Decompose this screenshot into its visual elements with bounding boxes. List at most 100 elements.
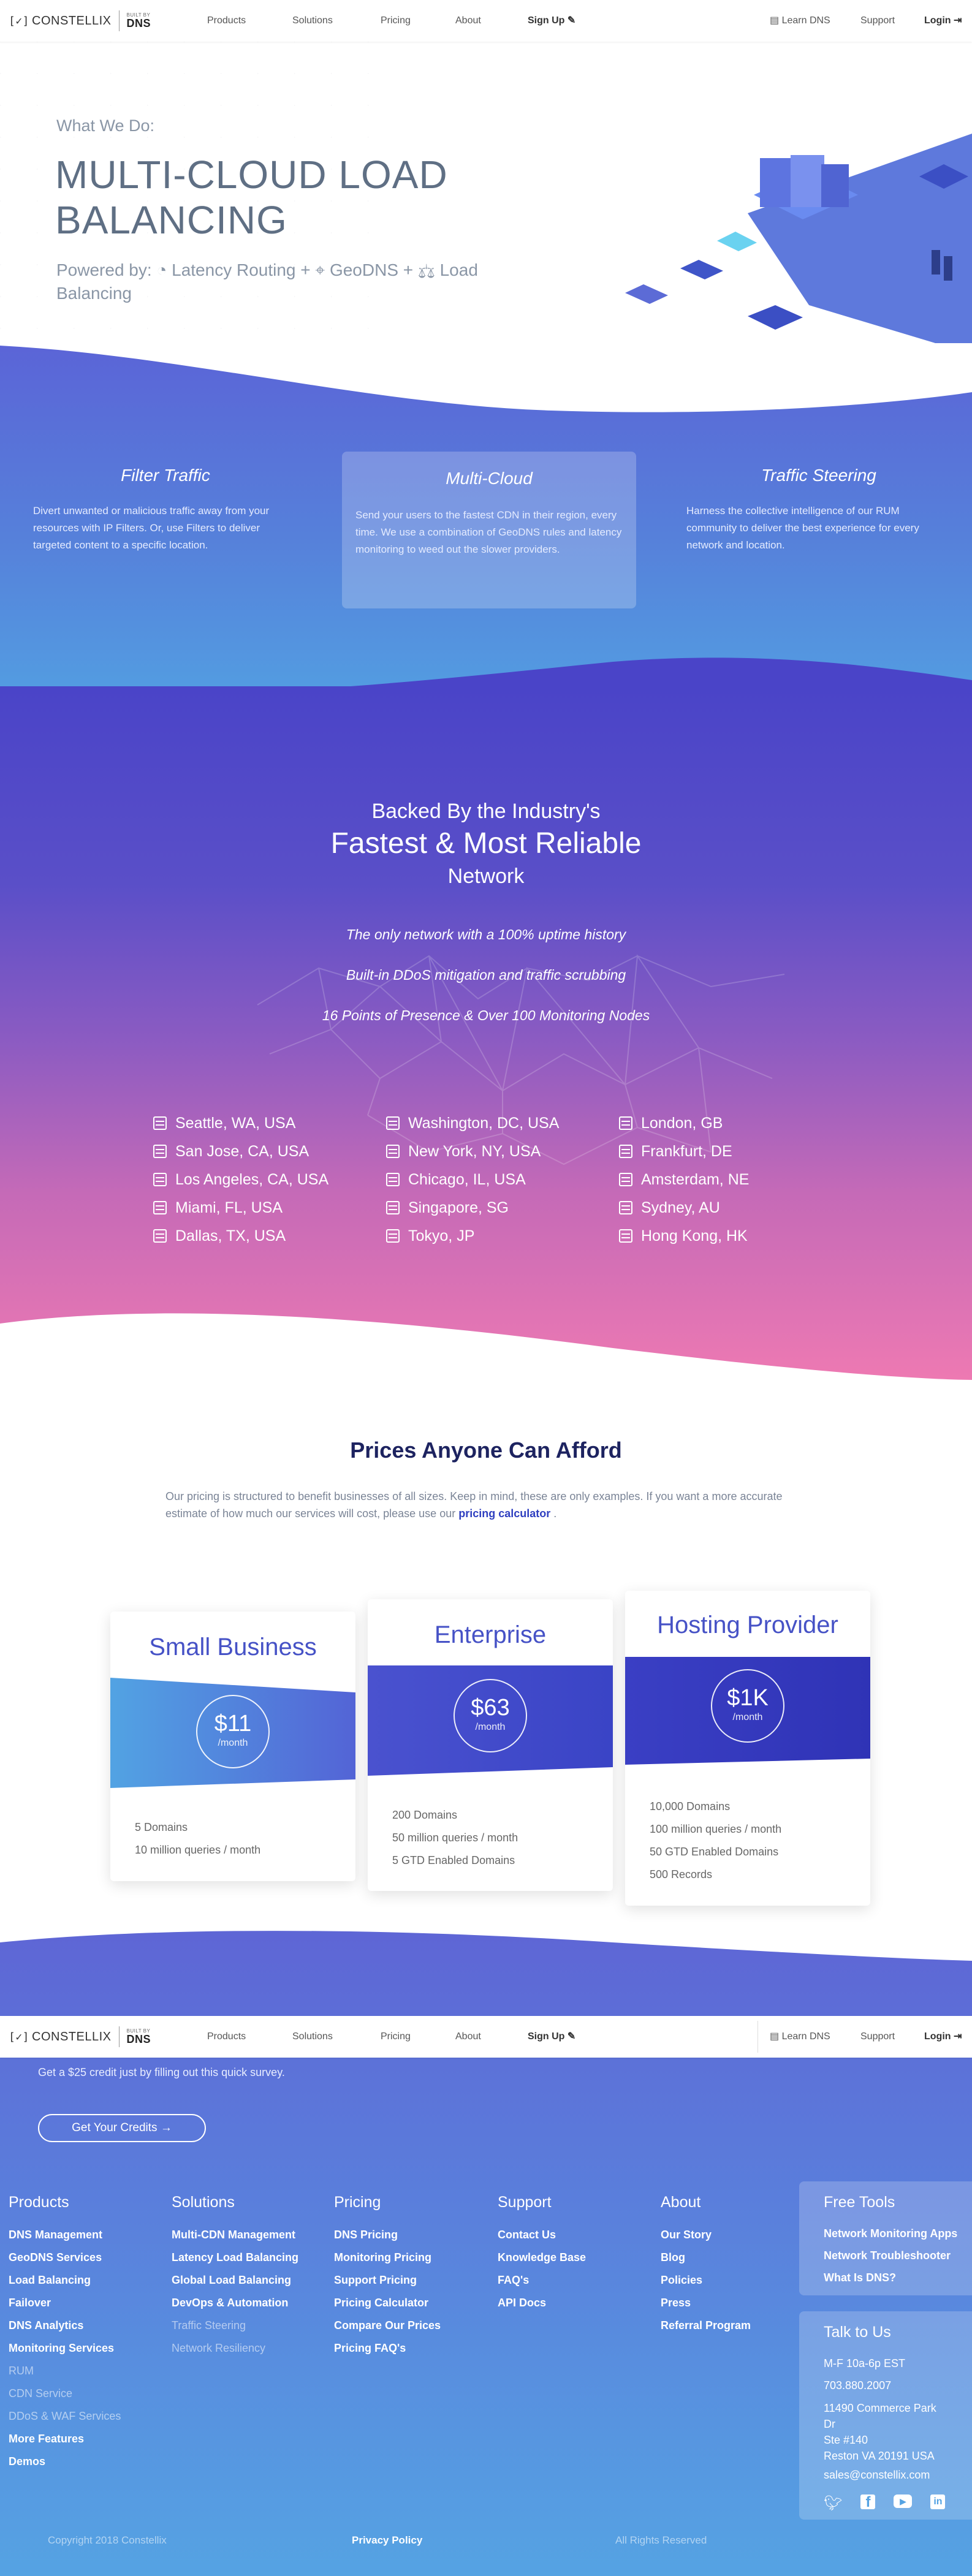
- facebook-icon[interactable]: f: [860, 2495, 876, 2510]
- footer-link[interactable]: DNS Analytics: [9, 2314, 121, 2337]
- footer-link[interactable]: CDN Service: [9, 2382, 121, 2405]
- nav-login[interactable]: Login ⇥: [924, 0, 962, 42]
- footer-link[interactable]: Press: [661, 2292, 751, 2314]
- feature-title: Multi-Cloud: [446, 469, 533, 488]
- nav-support[interactable]: Support: [860, 2016, 895, 2058]
- footer-link[interactable]: Compare Our Prices: [334, 2314, 441, 2337]
- city-item: Amsterdam, NE: [619, 1165, 749, 1194]
- nav-signup[interactable]: Sign Up ✎: [528, 2016, 575, 2058]
- get-credits-button[interactable]: Get Your Credits →: [38, 2114, 206, 2142]
- plan-name: Small Business: [149, 1634, 317, 1661]
- wave-top: [0, 343, 972, 412]
- phone-link[interactable]: 703.880.2007: [824, 2374, 947, 2396]
- city-item: San Jose, CA, USA: [153, 1137, 328, 1165]
- footer-col-title: Pricing: [334, 2194, 381, 2211]
- nav-learn-dns[interactable]: ▤ Learn DNS: [770, 2016, 830, 2058]
- nav-login[interactable]: Login ⇥: [924, 2016, 962, 2058]
- hero-section: What We Do: MULTI-CLOUD LOAD BALANCING P…: [0, 42, 972, 360]
- nav-about[interactable]: About: [455, 2016, 481, 2058]
- nav-pricing[interactable]: Pricing: [381, 0, 411, 42]
- feature-title: Filter Traffic: [121, 466, 210, 485]
- footer-link[interactable]: Policies: [661, 2269, 751, 2292]
- footer-link[interactable]: Failover: [9, 2292, 121, 2314]
- youtube-icon[interactable]: ▶: [894, 2495, 913, 2508]
- nav-support[interactable]: Support: [860, 0, 895, 42]
- linkedin-icon[interactable]: in: [930, 2495, 946, 2509]
- arrow-right-icon: →: [160, 2121, 172, 2134]
- city-item: Los Angeles, CA, USA: [153, 1165, 328, 1194]
- plan-card-hosting-provider[interactable]: Hosting Provider $1K/month 10,000 Domain…: [625, 1591, 870, 1906]
- footer-link[interactable]: Referral Program: [661, 2314, 751, 2337]
- footer-link[interactable]: Global Load Balancing: [172, 2269, 298, 2292]
- footer-link[interactable]: FAQ's: [498, 2269, 586, 2292]
- footer-link[interactable]: DDoS & WAF Services: [9, 2405, 121, 2428]
- footer-link[interactable]: Our Story: [661, 2224, 751, 2246]
- location-pin-icon: ⌖: [315, 260, 325, 279]
- plan-price-circle: $1K/month: [711, 1669, 784, 1743]
- footer-link[interactable]: Support Pricing: [334, 2269, 441, 2292]
- nav-products[interactable]: Products: [207, 2016, 246, 2058]
- hero-title: MULTI-CLOUD LOAD BALANCING: [55, 153, 448, 242]
- footer-link[interactable]: More Features: [9, 2428, 121, 2450]
- footer-col-solutions: Solutions Multi-CDN Management Latency L…: [172, 2194, 298, 2360]
- twitter-icon[interactable]: 🐦︎: [824, 2495, 842, 2512]
- plan-card-small-business[interactable]: Small Business $11/month 5 Domains 10 mi…: [110, 1612, 355, 1881]
- social-links: 🐦︎ f ▶ in: [824, 2495, 947, 2512]
- nav-solutions[interactable]: Solutions: [292, 0, 333, 42]
- nav-about[interactable]: About: [455, 0, 481, 42]
- footer-link[interactable]: Network Resiliency: [172, 2337, 298, 2360]
- footer-link[interactable]: Pricing Calculator: [334, 2292, 441, 2314]
- nav-solutions[interactable]: Solutions: [292, 2016, 333, 2058]
- footer-link[interactable]: Network Troubleshooter: [824, 2245, 951, 2267]
- feature-multi-cloud: Multi-Cloud Send your users to the faste…: [342, 452, 636, 608]
- brand-logo[interactable]: [✓] CONSTELLIX BUILT BY DNS: [9, 2026, 151, 2047]
- footer-link[interactable]: Traffic Steering: [172, 2314, 298, 2337]
- footer-col-title: Solutions: [172, 2194, 235, 2211]
- footer-link[interactable]: DNS Pricing: [334, 2224, 441, 2246]
- footer-link[interactable]: RUM: [9, 2360, 121, 2382]
- city-item: New York, NY, USA: [386, 1137, 559, 1165]
- email-link[interactable]: sales@constellix.com: [824, 2464, 947, 2486]
- city-item: London, GB: [619, 1109, 749, 1137]
- nav-learn-dns[interactable]: ▤ Learn DNS: [770, 0, 830, 42]
- survey-text: Get a $25 credit just by filling out thi…: [38, 2066, 285, 2078]
- footer-link[interactable]: Blog: [661, 2246, 751, 2269]
- footer-link[interactable]: What Is DNS?: [824, 2267, 947, 2289]
- pricing-calculator-link[interactable]: pricing calculator: [458, 1507, 550, 1520]
- footer-link[interactable]: DevOps & Automation: [172, 2292, 298, 2314]
- network-claims: The only network with a 100% uptime hist…: [322, 926, 650, 1023]
- server-icon: [153, 1201, 167, 1214]
- footer-link[interactable]: GeoDNS Services: [9, 2246, 121, 2269]
- footer-link[interactable]: Monitoring Services: [9, 2337, 121, 2360]
- nav-signup[interactable]: Sign Up ✎: [528, 0, 575, 42]
- footer-link[interactable]: Monitoring Pricing: [334, 2246, 441, 2269]
- nav-products[interactable]: Products: [207, 0, 246, 42]
- footer-link[interactable]: DNS Management: [9, 2224, 121, 2246]
- nav-pricing[interactable]: Pricing: [381, 2016, 411, 2058]
- logo-check-icon: [✓]: [9, 14, 30, 28]
- footer-link[interactable]: Contact Us: [498, 2224, 586, 2246]
- footer-link[interactable]: Latency Load Balancing: [172, 2246, 298, 2269]
- server-icon: [619, 1201, 632, 1214]
- footer-col-about: About Our Story Blog Policies Press Refe…: [661, 2194, 751, 2337]
- business-hours: M-F 10a-6p EST: [824, 2357, 906, 2370]
- footer-link[interactable]: Demos: [9, 2450, 121, 2473]
- brand-logo[interactable]: [✓] CONSTELLIX BUILT BY DNS: [9, 10, 151, 31]
- feature-text: Harness the collective intelligence of o…: [686, 505, 919, 551]
- free-tools-box: Free Tools Network Monitoring Apps Netwo…: [799, 2181, 972, 2295]
- footer-link[interactable]: Knowledge Base: [498, 2246, 586, 2269]
- footer-link[interactable]: Load Balancing: [9, 2269, 121, 2292]
- pencil-icon: ✎: [567, 2031, 576, 2042]
- privacy-policy-link[interactable]: Privacy Policy: [352, 2534, 422, 2547]
- server-icon: [386, 1173, 400, 1186]
- address: 11490 Commerce Park Dr Ste #140 Reston VA …: [824, 2402, 936, 2462]
- login-icon: ⇥: [954, 2031, 962, 2042]
- footer-link[interactable]: Multi-CDN Management: [172, 2224, 298, 2246]
- plan-card-enterprise[interactable]: Enterprise $63/month 200 Domains 50 mill…: [368, 1599, 613, 1891]
- footer-link[interactable]: Network Monitoring Apps: [824, 2222, 957, 2245]
- footer-link[interactable]: Pricing FAQ's: [334, 2337, 441, 2360]
- footer-link[interactable]: API Docs: [498, 2292, 586, 2314]
- hero-powered-by: Powered by: ◔ Latency Routing + ⌖ GeoDNS…: [56, 260, 478, 303]
- top-nav: [✓] CONSTELLIX BUILT BY DNS Products Solu…: [0, 0, 972, 42]
- cities-column-1: Seattle, WA, USA San Jose, CA, USA Los A…: [153, 1109, 328, 1250]
